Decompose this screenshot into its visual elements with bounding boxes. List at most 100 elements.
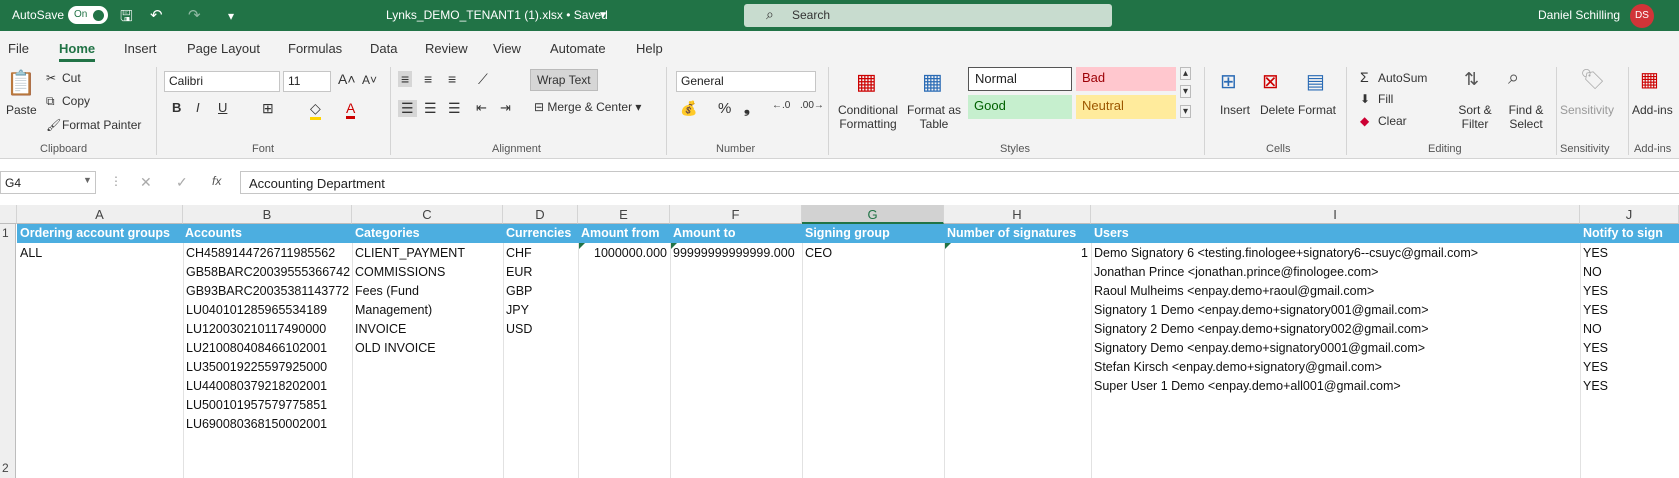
cell-number-of-signatures[interactable]: 1 [944,246,1088,260]
format-painter-button[interactable]: Format Painter [62,118,141,132]
header-amount-to[interactable]: Amount to [673,226,735,240]
header-users[interactable]: Users [1094,226,1129,240]
tab-data[interactable]: Data [370,41,397,56]
font-color-icon[interactable]: A [346,100,356,119]
increase-indent-icon[interactable]: ⇥ [500,100,511,116]
find-select-icon[interactable]: ⌕ [1508,67,1519,90]
header-currencies[interactable]: Currencies [506,226,571,240]
fill-icon[interactable]: ⬇ [1360,92,1370,106]
styles-scroll-icon[interactable]: ▴ [1180,67,1192,80]
align-right-icon[interactable]: ☰ [448,100,461,117]
row-header-2[interactable]: 2 [0,243,16,478]
header-ordering-account-groups[interactable]: Ordering account groups [20,226,170,240]
header-notify-to-sign[interactable]: Notify to sign [1583,226,1663,240]
cancel-icon[interactable]: ✕ [140,174,152,191]
tab-page-layout[interactable]: Page Layout [187,41,260,56]
decrease-font-icon[interactable]: A˅ [362,73,377,87]
accounting-format-icon[interactable]: 💰 [680,100,697,117]
align-middle-icon[interactable]: ≡ [424,71,432,87]
decrease-decimal-icon[interactable]: .00→ [800,100,824,111]
conditional-formatting-icon[interactable]: ▦ [856,69,877,95]
redo-icon[interactable]: ↷ [188,6,201,24]
find-select-button[interactable]: Find & Select [1504,103,1548,131]
header-categories[interactable]: Categories [355,226,420,240]
add-ins-button[interactable]: Add-ins [1632,103,1673,117]
file-name[interactable]: Lynks_DEMO_TENANT1 (1).xlsx • Saved [386,8,608,22]
paste-icon[interactable]: 📋 [6,69,36,98]
clear-icon[interactable]: ◆ [1360,114,1369,128]
column-header-d[interactable]: D [503,205,578,224]
fill-button[interactable]: Fill [1378,92,1393,106]
cell-signing-group[interactable]: CEO [805,246,832,260]
cell-amount-to[interactable]: 99999999999999.000 [673,246,795,260]
styles-scroll-icon[interactable]: ▾ [1180,85,1192,98]
decrease-indent-icon[interactable]: ⇤ [476,100,487,116]
style-normal[interactable]: Normal [968,67,1072,91]
tab-view[interactable]: View [493,41,521,56]
clear-button[interactable]: Clear [1378,114,1407,128]
user-name[interactable]: Daniel Schilling [1538,8,1620,22]
cell-amount-from[interactable]: 1000000.000 [578,246,667,260]
customize-qat-icon[interactable]: ▾ [228,9,234,23]
sensitivity-icon[interactable]: 🏷 [1580,67,1605,92]
column-header-b[interactable]: B [183,205,352,224]
align-bottom-icon[interactable]: ≡ [448,71,456,87]
tab-formulas[interactable]: Formulas [288,41,342,56]
copy-button[interactable]: Copy [62,94,90,108]
format-as-table-button[interactable]: Format as Table [906,103,962,131]
cut-icon[interactable]: ✂ [46,71,56,85]
align-top-icon[interactable]: ≡ [398,71,413,87]
spreadsheet-grid[interactable]: A B C D E F G H I J 1 2 Ordering account… [0,205,1679,478]
enter-icon[interactable]: ✓ [176,174,188,191]
formula-input[interactable]: Accounting Department [240,171,1679,194]
styles-more-icon[interactable]: ▾ [1180,105,1192,118]
tab-file[interactable]: File [8,41,29,56]
header-signing-group[interactable]: Signing group [805,226,890,240]
avatar[interactable]: DS [1630,4,1654,28]
column-header-h[interactable]: H [944,205,1091,224]
align-left-icon[interactable]: ☰ [398,100,417,117]
underline-icon[interactable]: U [218,100,227,115]
style-bad[interactable]: Bad [1076,67,1176,91]
orientation-icon[interactable]: ⟋ [478,71,488,88]
column-header-e[interactable]: E [578,205,670,224]
delete-button[interactable]: Delete [1260,103,1295,117]
tab-home[interactable]: Home [59,41,96,62]
insert-cells-icon[interactable]: ⊞ [1220,69,1237,94]
style-good[interactable]: Good [968,95,1072,119]
increase-decimal-icon[interactable]: ←.0 [772,100,790,111]
select-all-corner[interactable] [0,205,17,224]
tab-insert[interactable]: Insert [124,41,157,56]
autosum-button[interactable]: AutoSum [1378,71,1427,85]
tab-help[interactable]: Help [636,41,663,56]
bold-icon[interactable]: B [172,100,181,115]
conditional-formatting-button[interactable]: Conditional Formatting [836,103,900,131]
fill-color-icon[interactable]: ◇ [310,100,321,120]
row-header-1[interactable]: 1 [0,224,16,243]
paste-button[interactable]: Paste [6,103,37,117]
borders-icon[interactable]: ⊞ [262,100,274,117]
autosum-icon[interactable]: Σ [1360,69,1369,85]
name-box[interactable]: G4 [0,171,96,194]
sensitivity-button[interactable]: Sensitivity [1560,103,1614,117]
tab-automate[interactable]: Automate [550,41,606,56]
format-painter-icon[interactable]: 🖌 [46,118,61,132]
wrap-text-button[interactable]: Wrap Text [530,69,598,91]
insert-function-icon[interactable]: fx [212,174,221,188]
increase-font-icon[interactable]: A˄ [338,71,356,87]
search-box[interactable]: ⌕ Search [744,4,1112,27]
column-header-a[interactable]: A [17,205,183,224]
font-name-select[interactable]: Calibri [164,71,280,92]
add-ins-icon[interactable]: ▦ [1640,67,1659,92]
header-accounts[interactable]: Accounts [185,226,242,240]
insert-button[interactable]: Insert [1220,103,1250,117]
chevron-down-icon[interactable]: ▼ [83,175,92,185]
column-header-i[interactable]: I [1091,205,1580,224]
percent-icon[interactable]: % [718,100,731,117]
header-number-of-signatures[interactable]: Number of signatures [947,226,1076,240]
format-button[interactable]: Format [1298,103,1336,117]
align-center-icon[interactable]: ☰ [424,100,437,117]
column-header-f[interactable]: F [670,205,802,224]
sort-filter-button[interactable]: Sort & Filter [1452,103,1498,131]
column-header-c[interactable]: C [352,205,503,224]
